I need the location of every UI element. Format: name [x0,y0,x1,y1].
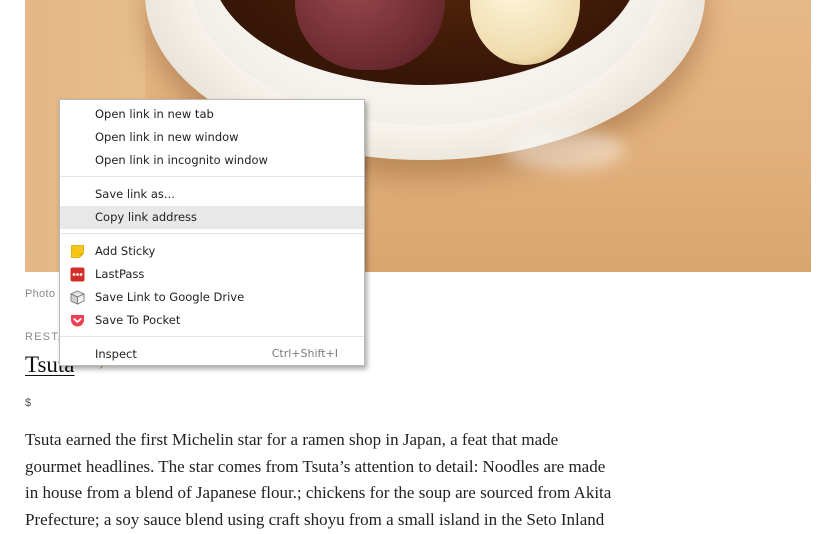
article-body: Tsuta earned the first Michelin star for… [25,427,715,534]
menu-item-label: Add Sticky [95,244,156,258]
menu-separator [60,176,364,177]
lastpass-icon [70,267,85,282]
pocket-icon [70,313,85,328]
menu-item-add-sticky[interactable]: Add Sticky [60,240,364,263]
article-line: Tsuta earned the first Michelin star for… [25,430,559,449]
menu-item-save-link-as[interactable]: Save link as... [60,183,364,206]
photo-highlight [505,130,625,170]
photo-credit: Photo [25,288,56,300]
menu-item-label: Copy link address [95,210,198,224]
menu-item-label: Save To Pocket [95,313,181,327]
menu-item-shortcut: Ctrl+Shift+I [271,347,338,360]
menu-item-label: LastPass [95,267,145,281]
article-line: Prefecture; a soy sauce blend using craf… [25,510,605,530]
menu-item-open-new-tab[interactable]: Open link in new tab [60,103,364,126]
menu-separator [60,233,364,234]
article-line: gourmet headlines. The star comes from T… [25,456,606,476]
price-indicator: $ [25,397,32,409]
menu-item-label: Save link as... [95,187,175,201]
menu-item-open-incognito[interactable]: Open link in incognito window [60,149,364,172]
menu-item-label: Save Link to Google Drive [95,290,245,304]
menu-item-label: Inspect [95,347,137,361]
menu-item-save-to-pocket[interactable]: Save To Pocket [60,309,364,332]
sticky-note-icon [70,244,85,259]
menu-item-label: Open link in new tab [95,107,214,121]
context-menu: Open link in new tab Open link in new wi… [59,99,365,366]
article-line: in house from a blend of Japanese flour.… [25,483,612,503]
menu-item-open-new-window[interactable]: Open link in new window [60,126,364,149]
menu-item-save-google-drive[interactable]: Save Link to Google Drive [60,286,364,309]
menu-item-inspect[interactable]: Inspect Ctrl+Shift+I [60,343,364,366]
menu-item-label: Open link in new window [95,130,239,144]
menu-item-label: Open link in incognito window [95,153,268,167]
menu-item-copy-link-address[interactable]: Copy link address [60,206,364,229]
menu-separator [60,336,364,337]
menu-item-lastpass[interactable]: LastPass [60,263,364,286]
google-drive-box-icon [69,290,86,305]
